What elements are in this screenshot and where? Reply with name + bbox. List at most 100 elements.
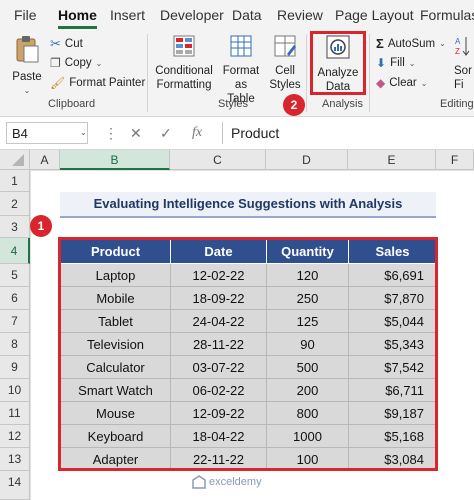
header-sales[interactable]: Sales <box>348 238 437 264</box>
insert-function-icon[interactable]: fx <box>192 125 202 141</box>
row-header-6[interactable]: 6 <box>0 287 30 310</box>
row-header-1[interactable]: 1 <box>0 170 30 192</box>
column-header-a[interactable]: A <box>30 150 60 170</box>
tab-file[interactable]: File <box>14 7 37 23</box>
cell-date[interactable]: 06-02-22 <box>170 378 267 402</box>
cell-quantity[interactable]: 800 <box>266 401 349 425</box>
row-header-13[interactable]: 13 <box>0 448 30 471</box>
cell-product[interactable]: Mobile <box>60 286 171 310</box>
eraser-icon: ◆ <box>376 76 386 90</box>
sort-label-1: Sor <box>454 65 472 77</box>
cell-quantity[interactable]: 125 <box>266 309 349 333</box>
cell-quantity[interactable]: 1000 <box>266 424 349 448</box>
table-row: Mouse 12-09-22 800 $9,187 <box>60 401 437 425</box>
conditional-formatting-button[interactable]: Conditional Formatting <box>154 34 214 92</box>
sort-filter-icon: A Z <box>455 37 470 56</box>
fill-label: Fill <box>390 57 405 69</box>
row-header-14[interactable]: 14 <box>0 471 30 500</box>
cell-product[interactable]: Smart Watch <box>60 378 171 402</box>
copy-button[interactable]: ❐ Copy ⌄ <box>50 56 102 70</box>
cell-date[interactable]: 22-11-22 <box>170 447 267 471</box>
tab-review[interactable]: Review <box>277 7 323 23</box>
tab-insert[interactable]: Insert <box>110 7 145 23</box>
ribbon-divider <box>147 34 148 112</box>
cell-product[interactable]: Laptop <box>60 263 171 287</box>
cell-quantity[interactable]: 100 <box>266 447 349 471</box>
column-header-c[interactable]: C <box>170 150 266 170</box>
select-all-corner[interactable] <box>0 150 30 170</box>
chevron-down-icon[interactable]: ⌄ <box>80 128 87 137</box>
cell-sales[interactable]: $5,044 <box>348 309 437 333</box>
cell-sales[interactable]: $3,084 <box>348 447 437 471</box>
fill-down-icon: ⬇ <box>376 56 387 70</box>
paste-button[interactable]: Paste ⌄ <box>8 34 46 98</box>
column-header-e[interactable]: E <box>348 150 436 170</box>
cell-quantity[interactable]: 90 <box>266 332 349 356</box>
column-header-f[interactable]: F <box>436 150 474 170</box>
row-header-7[interactable]: 7 <box>0 310 30 333</box>
cell-quantity[interactable]: 200 <box>266 378 349 402</box>
cell-date[interactable]: 03-07-22 <box>170 355 267 379</box>
step-badge-1: 1 <box>30 215 52 237</box>
cell-date[interactable]: 28-11-22 <box>170 332 267 356</box>
cell-date[interactable]: 12-09-22 <box>170 401 267 425</box>
cell-product[interactable]: Mouse <box>60 401 171 425</box>
cell-quantity[interactable]: 500 <box>266 355 349 379</box>
autosum-button[interactable]: Σ AutoSum ⌄ <box>376 36 446 51</box>
row-header-4[interactable]: 4 <box>0 238 30 264</box>
table-row: Adapter 22-11-22 100 $3,084 <box>60 447 437 471</box>
cell-product[interactable]: Calculator <box>60 355 171 379</box>
column-header-d[interactable]: D <box>266 150 348 170</box>
cell-date[interactable]: 18-04-22 <box>170 424 267 448</box>
formula-bar: B4 ⌄ ⋮ ✕ ✓ fx Product <box>0 117 474 150</box>
header-product[interactable]: Product <box>60 238 171 264</box>
cell-product[interactable]: Television <box>60 332 171 356</box>
formula-input[interactable]: Product <box>222 122 474 144</box>
name-box[interactable]: B4 <box>6 122 88 144</box>
tab-home[interactable]: Home <box>58 7 97 29</box>
row-header-8[interactable]: 8 <box>0 333 30 356</box>
cancel-icon[interactable]: ✕ <box>130 125 142 142</box>
format-as-table-button[interactable]: Format as Table <box>216 34 266 106</box>
clear-button[interactable]: ◆ Clear ⌄ <box>376 76 427 90</box>
tab-formulas[interactable]: Formulas <box>420 7 474 23</box>
autosum-label: AutoSum <box>387 37 436 50</box>
column-header-b[interactable]: B <box>60 150 170 170</box>
cell-sales[interactable]: $7,542 <box>348 355 437 379</box>
tab-developer[interactable]: Developer <box>160 7 224 23</box>
cell-date[interactable]: 12-02-22 <box>170 263 267 287</box>
row-header-10[interactable]: 10 <box>0 379 30 402</box>
row-header-2[interactable]: 2 <box>0 192 30 216</box>
fill-button[interactable]: ⬇ Fill ⌄ <box>376 56 415 70</box>
row-header-3[interactable]: 3 <box>0 216 30 238</box>
row-header-12[interactable]: 12 <box>0 425 30 448</box>
row-header-11[interactable]: 11 <box>0 402 30 425</box>
enter-icon[interactable]: ✓ <box>160 125 172 142</box>
sheet-title[interactable]: Evaluating Intelligence Suggestions with… <box>60 192 436 218</box>
sort-filter-button[interactable]: A Z Sor Fi <box>454 34 474 92</box>
cell-sales[interactable]: $5,343 <box>348 332 437 356</box>
row-header-9[interactable]: 9 <box>0 356 30 379</box>
cell-product[interactable]: Tablet <box>60 309 171 333</box>
cell-sales[interactable]: $9,187 <box>348 401 437 425</box>
format-painter-button[interactable]: 🖌 Format Painter <box>50 76 145 90</box>
cell-sales[interactable]: $6,691 <box>348 263 437 287</box>
cell-quantity[interactable]: 120 <box>266 263 349 287</box>
cut-button[interactable]: ✂ Cut <box>50 36 83 52</box>
tab-page-layout[interactable]: Page Layout <box>335 7 414 23</box>
cut-label: Cut <box>64 38 83 50</box>
header-quantity[interactable]: Quantity <box>266 238 349 264</box>
cell-sales[interactable]: $6,711 <box>348 378 437 402</box>
tab-data[interactable]: Data <box>232 7 262 23</box>
cell-styles-button[interactable]: Cell Styles <box>266 34 304 92</box>
cell-date[interactable]: 18-09-22 <box>170 286 267 310</box>
header-date[interactable]: Date <box>170 238 267 264</box>
cell-product[interactable]: Keyboard <box>60 424 171 448</box>
row-header-5[interactable]: 5 <box>0 264 30 287</box>
cell-sales[interactable]: $7,870 <box>348 286 437 310</box>
cell-sales[interactable]: $5,168 <box>348 424 437 448</box>
cell-date[interactable]: 24-04-22 <box>170 309 267 333</box>
cell-quantity[interactable]: 250 <box>266 286 349 310</box>
chevron-down-icon: ⌄ <box>408 58 416 68</box>
cell-product[interactable]: Adapter <box>60 447 171 471</box>
